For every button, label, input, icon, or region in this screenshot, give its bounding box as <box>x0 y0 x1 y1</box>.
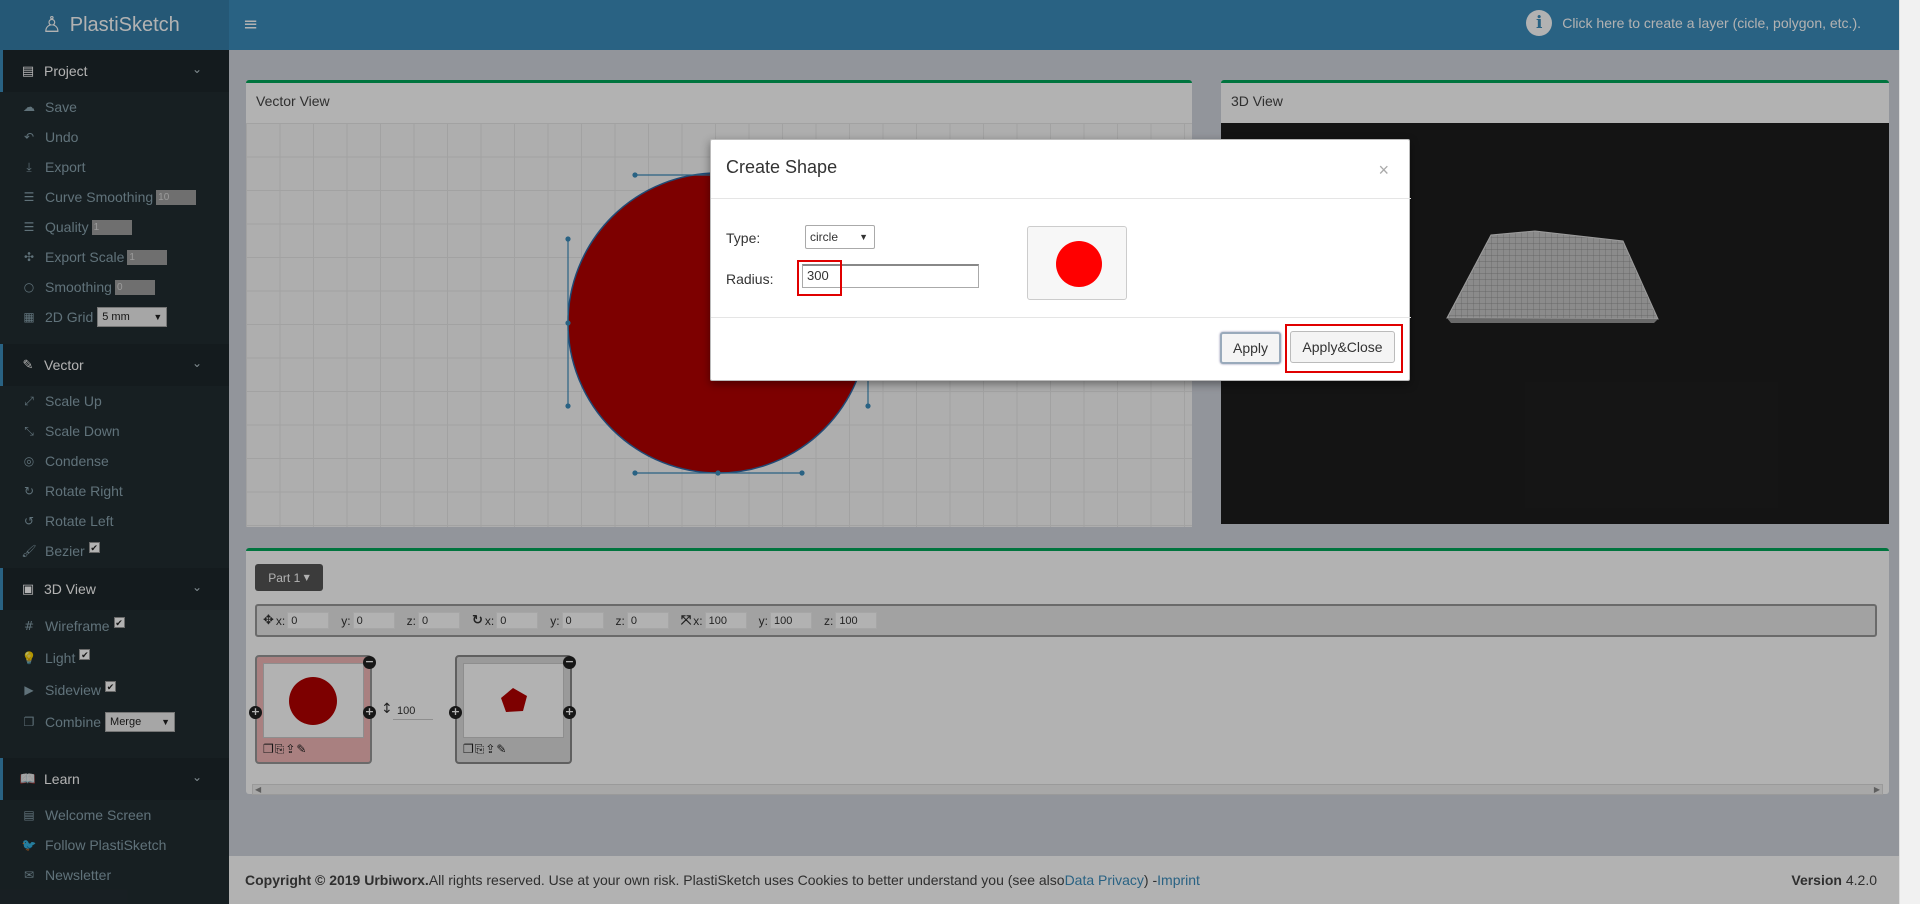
type-select[interactable]: circle ▼ <box>805 225 875 249</box>
apply-button[interactable]: Apply <box>1220 332 1281 364</box>
modal-backdrop[interactable] <box>0 0 1899 904</box>
type-label: Type: <box>726 230 761 246</box>
vertical-scrollbar[interactable] <box>1899 0 1920 904</box>
shape-preview <box>1027 226 1127 300</box>
divider <box>711 198 1411 199</box>
radius-label: Radius: <box>726 271 774 287</box>
divider <box>711 317 1411 318</box>
type-select-value: circle <box>810 230 839 244</box>
create-shape-dialog: Create Shape × Type: circle ▼ Radius: 30… <box>710 139 1411 381</box>
dropdown-arrow-icon: ▼ <box>859 232 868 242</box>
circle-preview <box>1056 241 1102 287</box>
dialog-title: Create Shape <box>726 157 838 177</box>
apply-close-highlight <box>1285 324 1403 373</box>
radius-highlight <box>797 260 842 296</box>
close-icon[interactable]: × <box>1378 160 1389 181</box>
